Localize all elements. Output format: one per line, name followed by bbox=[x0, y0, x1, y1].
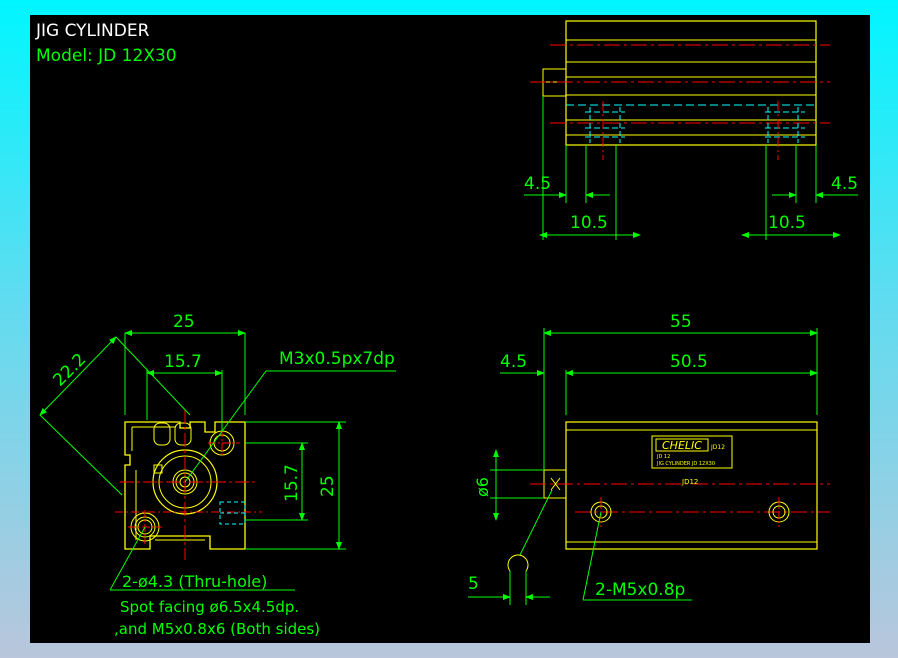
wrench-flat-section bbox=[507, 554, 529, 572]
label-small-2: JIG CYLINDER JD 12X30 bbox=[656, 461, 715, 467]
label-mark: JD12 bbox=[710, 444, 725, 451]
side-dim-wrench: 5 bbox=[468, 574, 479, 594]
note-both-sides: ,and M5x0.8x6 (Both sides) bbox=[114, 620, 320, 638]
end-dim-height: 25 bbox=[318, 475, 338, 497]
side-dim-body: 50.5 bbox=[670, 352, 708, 372]
end-dim-width: 25 bbox=[173, 312, 195, 332]
end-view: 25 15.7 22.2 M3x0.5px7dp 15.7 25 2-ø4.3 … bbox=[39, 312, 396, 638]
drawing-canvas: JIG CYLINDER Model: JD 12X30 4.5 4.5 10.… bbox=[30, 15, 870, 643]
end-dim-inner-height: 15.7 bbox=[282, 464, 302, 502]
callout-m3-thread: M3x0.5px7dp bbox=[279, 349, 395, 369]
title-text: JIG CYLINDER bbox=[35, 21, 150, 41]
top-dim-right-outer: 4.5 bbox=[831, 174, 858, 194]
cad-drawing: JIG CYLINDER Model: JD 12X30 4.5 4.5 10.… bbox=[35, 20, 858, 638]
note-spot-facing: Spot facing ø6.5x4.5dp. bbox=[120, 598, 299, 616]
callout-port-thread: 2-M5x0.8p bbox=[595, 580, 685, 600]
side-view: CHELIC JD12 JD 12 JIG CYLINDER JD 12X30 … bbox=[468, 312, 830, 605]
end-dim-inner-width: 15.7 bbox=[164, 352, 202, 372]
side-dim-overall: 55 bbox=[670, 312, 692, 332]
label-brand: CHELIC bbox=[662, 439, 702, 452]
top-dim-left-inner: 10.5 bbox=[570, 213, 608, 233]
side-dim-rod-dia: ø6 bbox=[473, 477, 492, 497]
label-small-1: JD 12 bbox=[656, 454, 670, 460]
top-dim-right-inner: 10.5 bbox=[768, 213, 806, 233]
model-text: Model: JD 12X30 bbox=[36, 46, 177, 66]
side-dim-offset: 4.5 bbox=[500, 352, 527, 372]
note-thru-hole: 2-ø4.3 (Thru-hole) bbox=[122, 572, 267, 591]
top-dim-left-outer: 4.5 bbox=[524, 174, 551, 194]
body-mark: JD12 bbox=[681, 478, 698, 486]
top-view: 4.5 4.5 10.5 10.5 bbox=[524, 20, 858, 240]
